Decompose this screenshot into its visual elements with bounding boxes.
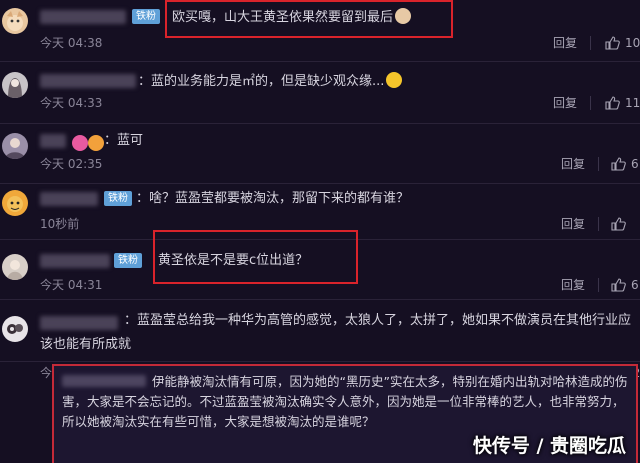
divider — [590, 36, 591, 50]
divider — [598, 278, 599, 292]
fan-badge: 铁粉 — [132, 9, 160, 24]
avatar[interactable] — [2, 72, 28, 98]
thumbs-up-icon[interactable] — [610, 277, 626, 293]
comment-text: ：啥？蓝盈莹都要被淘汰，那留下来的都有谁？ — [136, 191, 410, 206]
fan-badge: 铁粉 — [104, 191, 132, 206]
thumbs-up-icon[interactable] — [604, 95, 620, 111]
laughing-emoji-icon — [386, 72, 403, 88]
reply-button[interactable]: 回复 — [561, 157, 585, 171]
username-blurred[interactable] — [62, 375, 146, 387]
like-count: 6 — [631, 157, 639, 171]
username-blurred[interactable] — [40, 10, 126, 24]
comment-feed: 铁粉 欧买嘎，山大王黄圣依果然要留到最后 今天 04:38 回复 10 ：蓝的业… — [0, 0, 640, 463]
comment-item: 铁粉 黄圣依是不是要c位出道？ 今天 04:31 回复 6 — [0, 240, 640, 300]
comment-time: 今天 04:31 — [40, 278, 103, 292]
username-blurred[interactable] — [40, 254, 110, 268]
comment-time: 今天 02:35 — [40, 157, 103, 171]
like-count: 11 — [625, 96, 640, 110]
reply-button[interactable]: 回复 — [553, 36, 577, 50]
comment-text: 欧买嘎，山大王黄圣依果然要留到最后 — [172, 8, 412, 27]
avatar[interactable] — [2, 190, 28, 216]
avatar[interactable] — [2, 254, 28, 280]
thumbs-up-icon[interactable] — [604, 35, 620, 51]
comment-time: 今天 04:38 — [40, 36, 103, 50]
reply-button[interactable]: 回复 — [561, 217, 585, 231]
like-count: 6 — [631, 278, 639, 292]
comment-text: ：蓝可 — [104, 133, 144, 148]
divider — [590, 96, 591, 110]
comment-item: 铁粉 ：啥？蓝盈莹都要被淘汰，那留下来的都有谁？ 10秒前 回复 — [0, 184, 640, 240]
comment-text: ：蓝的业务能力是㎡的，但是缺少观众缘... — [138, 72, 403, 91]
comment-time: 今天 04:33 — [40, 96, 103, 110]
thumbs-up-icon[interactable] — [610, 216, 626, 232]
divider — [598, 217, 599, 231]
heart-emoji-icon — [88, 135, 104, 151]
reply-button[interactable]: 回复 — [553, 96, 577, 110]
avatar[interactable] — [2, 8, 28, 34]
like-count: 10 — [625, 36, 640, 50]
comment-item: 铁粉 欧买嘎，山大王黄圣依果然要留到最后 今天 04:38 回复 10 — [0, 0, 640, 62]
cat-emoji-icon — [395, 8, 412, 24]
comment-text: 黄圣依是不是要c位出道？ — [158, 253, 309, 268]
avatar[interactable] — [2, 316, 28, 342]
username-blurred[interactable] — [40, 192, 98, 206]
comment-time: 10秒前 — [40, 217, 80, 231]
heart-emoji-icon — [72, 135, 88, 151]
comment-text: ：蓝盈莹总给我一种华为高管的感觉，太狼人了，太拼了，她如果不做演员在其他行业应该… — [40, 313, 632, 352]
comment-item: ：蓝可 今天 02:35 回复 6 — [0, 124, 640, 184]
thumbs-up-icon[interactable] — [610, 156, 626, 172]
username-blurred[interactable] — [40, 134, 66, 148]
avatar[interactable] — [2, 133, 28, 159]
comment-item: ：蓝的业务能力是㎡的，但是缺少观众缘... 今天 04:33 回复 11 — [0, 62, 640, 124]
comment-text: 伊能静被淘汰情有可原，因为她的“黑历史”实在太多，特别在婚内出轨对哈林造成的伤害… — [62, 374, 628, 429]
fan-badge: 铁粉 — [114, 253, 142, 268]
comment-item: ：蓝盈莹总给我一种华为高管的感觉，太狼人了，太拼了，她如果不做演员在其他行业应该… — [0, 300, 640, 380]
username-blurred[interactable] — [40, 74, 136, 88]
divider — [598, 157, 599, 171]
reply-button[interactable]: 回复 — [561, 278, 585, 292]
watermark: 快传号 / 贵圈吃瓜 — [472, 435, 626, 457]
